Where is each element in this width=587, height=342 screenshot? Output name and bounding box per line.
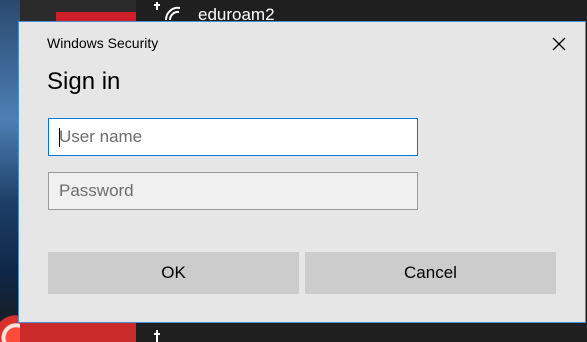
ok-button[interactable]: OK (48, 252, 299, 294)
wifi-secured-icon (152, 330, 166, 342)
screen: eduroam2 Windows Security Sign in OK Can… (0, 0, 587, 342)
close-button[interactable] (547, 32, 571, 56)
desktop-wallpaper (0, 0, 20, 342)
red-accent-strip-bottom (20, 322, 136, 342)
dialog-header: Windows Security (47, 35, 159, 51)
cancel-button[interactable]: Cancel (305, 252, 556, 294)
dialog-title: Sign in (47, 68, 121, 95)
password-field[interactable] (48, 172, 418, 210)
windows-security-dialog: Windows Security Sign in OK Cancel (18, 21, 586, 323)
username-input[interactable] (49, 119, 417, 155)
password-input[interactable] (49, 173, 417, 209)
username-field[interactable] (48, 118, 418, 156)
wallpaper-swoosh (0, 300, 20, 342)
close-icon (552, 37, 566, 51)
text-caret (59, 128, 60, 147)
